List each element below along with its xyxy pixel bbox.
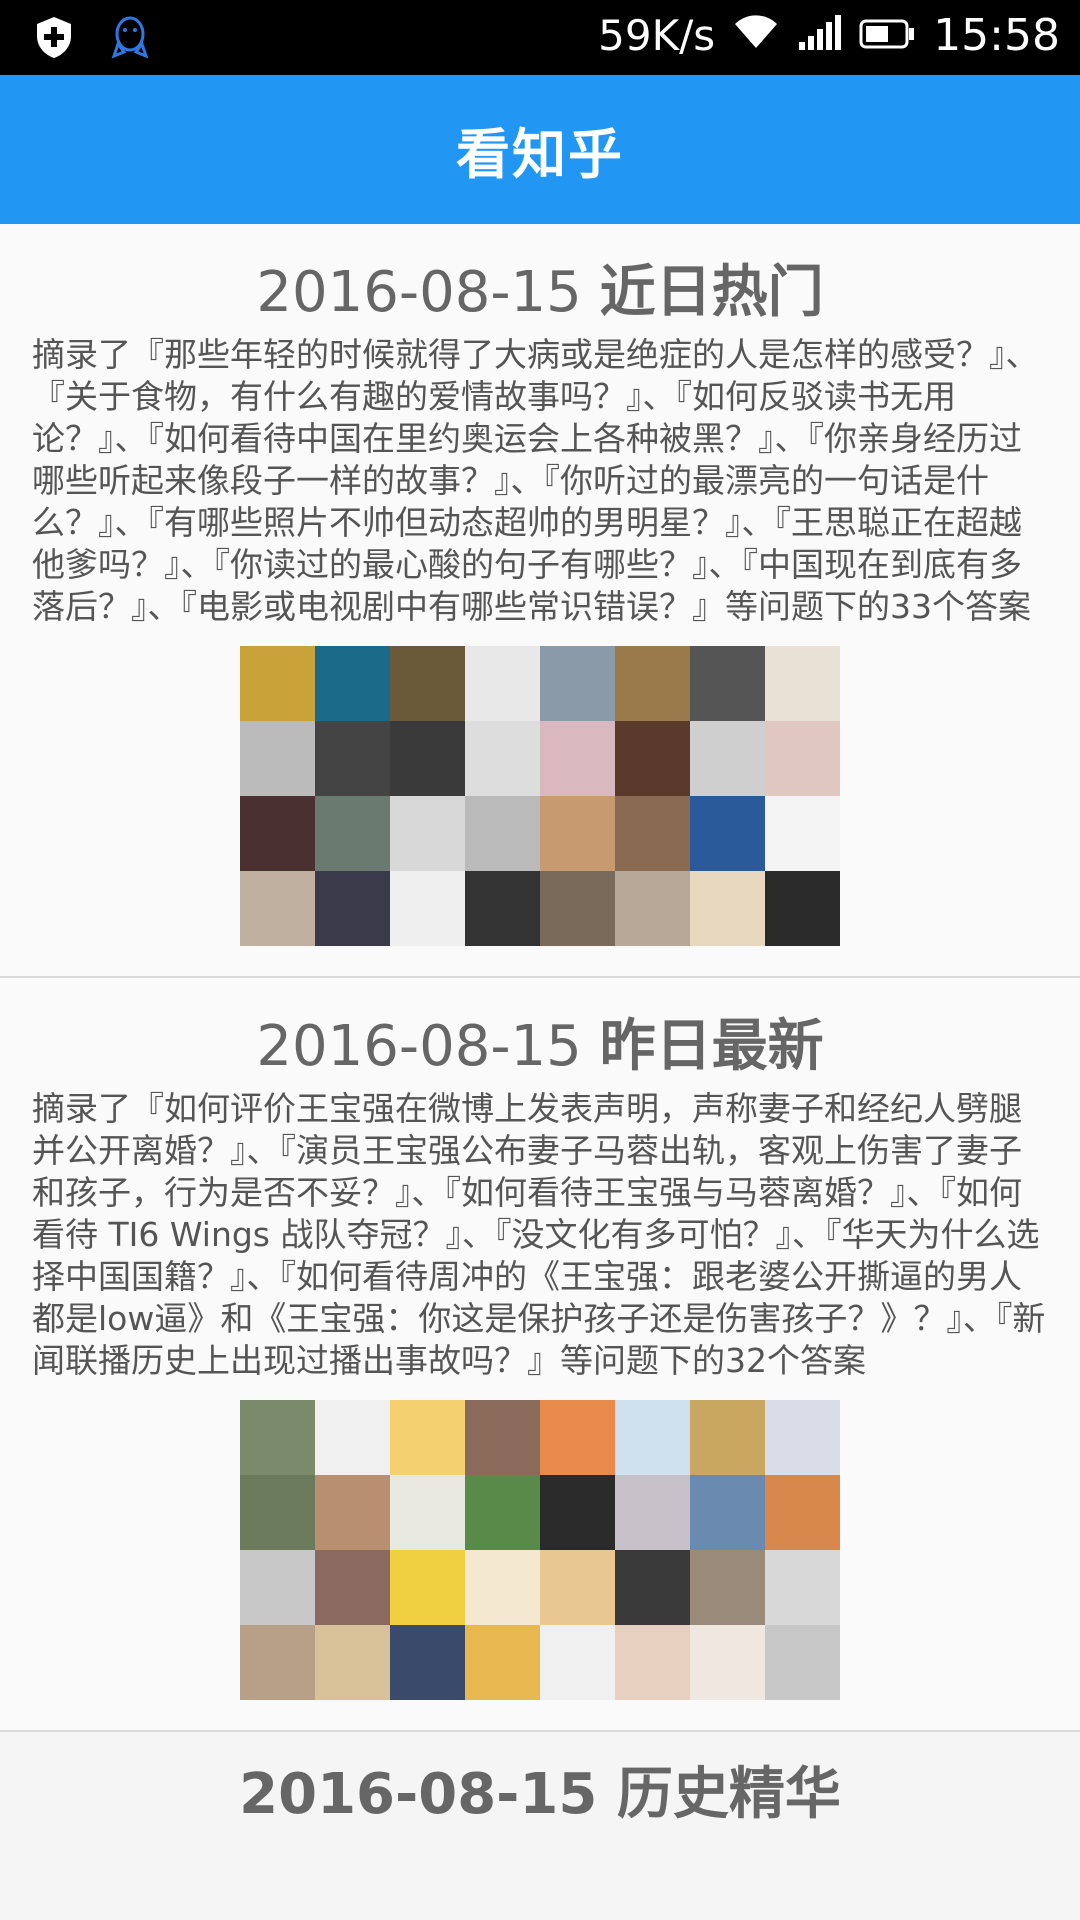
user-avatar[interactable] [240,1475,315,1550]
feed-list[interactable]: 2016-08-15 近日热门 摘录了『那些年轻的时候就得了大病或是绝症的人是怎… [0,224,1080,1920]
user-avatar[interactable] [690,871,765,946]
user-avatar[interactable] [390,1625,465,1700]
feed-card[interactable]: 2016-08-15 昨日最新 摘录了『如何评价王宝强在微博上发表声明，声称妻子… [0,978,1080,1732]
user-avatar[interactable] [315,721,390,796]
status-bar: 59K/s 15:58 [0,0,1080,75]
user-avatar[interactable] [765,871,840,946]
user-avatar[interactable] [315,871,390,946]
user-avatar[interactable] [615,1550,690,1625]
user-avatar[interactable] [315,1475,390,1550]
wifi-icon [733,11,779,60]
user-avatar[interactable] [240,1550,315,1625]
net-speed: 59K/s [598,11,716,60]
user-avatar[interactable] [240,871,315,946]
user-avatar[interactable] [315,1550,390,1625]
user-avatar[interactable] [390,1475,465,1550]
user-avatar[interactable] [765,1550,840,1625]
user-avatar[interactable] [390,871,465,946]
user-avatar[interactable] [540,646,615,721]
feed-card[interactable]: 2016-08-15 近日热门 摘录了『那些年轻的时候就得了大病或是绝症的人是怎… [0,224,1080,978]
user-avatar[interactable] [465,796,540,871]
user-avatar[interactable] [390,796,465,871]
card-title: 2016-08-15 近日热门 [32,258,1048,328]
user-avatar[interactable] [690,1550,765,1625]
user-avatar[interactable] [540,721,615,796]
user-avatar[interactable] [765,721,840,796]
avatar-grid [240,1400,840,1700]
user-avatar[interactable] [540,1550,615,1625]
card-date: 2016-08-15 [256,1014,582,1079]
battery-icon [859,11,915,60]
user-avatar[interactable] [240,796,315,871]
avatar-grid [240,646,840,946]
user-avatar[interactable] [315,1400,390,1475]
user-avatar[interactable] [465,1400,540,1475]
user-avatar[interactable] [315,796,390,871]
user-avatar[interactable] [615,1400,690,1475]
user-avatar[interactable] [765,646,840,721]
user-avatar[interactable] [465,1625,540,1700]
user-avatar[interactable] [690,1625,765,1700]
clock: 15:58 [933,10,1060,61]
user-avatar[interactable] [690,796,765,871]
app-bar: 看知乎 [0,75,1080,224]
user-avatar[interactable] [240,1625,315,1700]
user-avatar[interactable] [240,721,315,796]
user-avatar[interactable] [690,1400,765,1475]
user-avatar[interactable] [390,721,465,796]
user-avatar[interactable] [690,1475,765,1550]
user-avatar[interactable] [465,871,540,946]
user-avatar[interactable] [765,796,840,871]
user-avatar[interactable] [240,1400,315,1475]
user-avatar[interactable] [615,871,690,946]
user-avatar[interactable] [540,1625,615,1700]
signal-icon [797,11,842,60]
user-avatar[interactable] [315,646,390,721]
user-avatar[interactable] [615,796,690,871]
user-avatar[interactable] [465,1475,540,1550]
card-summary: 摘录了『如何评价王宝强在微博上发表声明，声称妻子和经纪人劈腿并公开离婚？』、『演… [32,1089,1046,1380]
user-avatar[interactable] [765,1625,840,1700]
user-avatar[interactable] [465,646,540,721]
user-avatar[interactable] [465,721,540,796]
user-avatar[interactable] [615,1475,690,1550]
qq-penguin-icon [110,14,150,64]
card-category: 昨日最新 [599,1014,824,1079]
card-summary: 摘录了『那些年轻的时候就得了大病或是绝症的人是怎样的感受？』、『关于食物，有什么… [32,335,1039,626]
user-avatar[interactable] [315,1625,390,1700]
user-avatar[interactable] [540,871,615,946]
card-date: 2016-08-15 [256,260,582,325]
user-avatar[interactable] [615,1625,690,1700]
user-avatar[interactable] [465,1550,540,1625]
card-category: 近日热门 [599,260,824,325]
user-avatar[interactable] [765,1400,840,1475]
user-avatar[interactable] [615,721,690,796]
next-card-title[interactable]: 2016-08-15 历史精华 [0,1760,1080,1830]
shield-plus-icon [34,15,74,63]
user-avatar[interactable] [690,721,765,796]
user-avatar[interactable] [540,1475,615,1550]
user-avatar[interactable] [390,1550,465,1625]
user-avatar[interactable] [690,646,765,721]
user-avatar[interactable] [390,1400,465,1475]
app-title: 看知乎 [456,123,624,186]
user-avatar[interactable] [390,646,465,721]
user-avatar[interactable] [240,646,315,721]
user-avatar[interactable] [615,646,690,721]
user-avatar[interactable] [540,796,615,871]
card-title: 2016-08-15 昨日最新 [32,1012,1048,1082]
user-avatar[interactable] [765,1475,840,1550]
user-avatar[interactable] [540,1400,615,1475]
